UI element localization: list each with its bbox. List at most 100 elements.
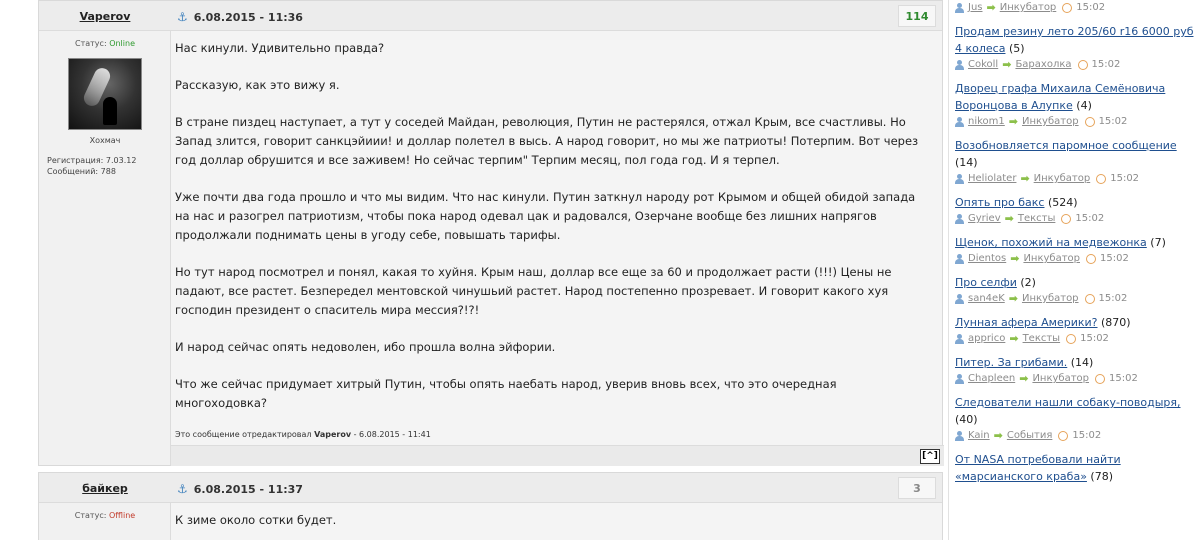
topic-section[interactable]: Тексты [1018,213,1056,224]
user-icon [955,214,964,224]
post-rating[interactable]: 114 [898,5,936,27]
sidebar-topic: Дворец графа Михаила Семёновича Воронцов… [955,80,1200,114]
post-paragraph: И народ сейчас опять недоволен, ибо прош… [175,340,556,354]
topic-author[interactable]: Jus [968,2,983,13]
sidebar-topic-meta: san4eK ➡ Инкубатор 15:02 [955,291,1200,308]
topic-link[interactable]: Следователи нашли собаку-поводыря, [955,396,1181,409]
arrow-right-icon: ➡ [1019,372,1029,385]
anchor-icon[interactable]: ⚓ [177,482,188,496]
scroll-top-button[interactable]: [^] [920,449,940,464]
author-link[interactable]: Vaperov [39,10,171,23]
topic-count: (7) [1146,236,1166,249]
topic-link[interactable]: Про селфи [955,276,1017,289]
user-icon [955,117,964,127]
topic-link[interactable]: Опять про бакс [955,196,1044,209]
topic-section[interactable]: Инкубатор [1034,173,1091,184]
topic-author[interactable]: Kain [968,430,990,441]
sidebar-topic-meta: Heliolater ➡ Инкубатор 15:02 [955,171,1200,188]
topic-link[interactable]: Лунная афера Америки? [955,316,1098,329]
anchor-icon[interactable]: ⚓ [177,10,188,24]
author-link[interactable]: байкер [39,482,171,495]
topic-author[interactable]: Gyriev [968,213,1001,224]
topic-time: 15:02 [1072,430,1102,441]
arrow-right-icon: ➡ [1008,115,1018,128]
topic-author[interactable]: Heliolater [968,173,1016,184]
clock-icon [1084,117,1095,127]
post-rating[interactable]: 3 [898,477,936,499]
topic-link[interactable]: Продам резину лето 205/60 r16 6000 руб 4… [955,25,1193,55]
user-stats: Регистрация: 7.03.12 Сообщений: 788 [47,155,171,177]
topic-author[interactable]: san4eK [968,293,1005,304]
post-paragraph: Рассказую, как это вижу я. [175,78,340,92]
topic-section[interactable]: Инкубатор [1022,116,1079,127]
post-paragraph: Нас кинули. Удивительно правда? [175,41,385,55]
user-icon [955,174,964,184]
topic-section[interactable]: Инкубатор [1022,293,1079,304]
topic-count: (14) [1067,356,1094,369]
topic-section[interactable]: Инкубатор [1000,2,1057,13]
topic-link[interactable]: Возобновляется паромное сообщение [955,139,1177,152]
topic-author[interactable]: apprico [968,333,1005,344]
status-offline: Offline [108,511,136,520]
topic-section[interactable]: Инкубатор [1023,253,1080,264]
user-icon [955,3,964,13]
edit-note-author: Vaperov [314,430,352,439]
sidebar-topic: Лунная афера Америки? (870) [955,314,1200,331]
post-paragraph: Что же сейчас придумает хитрый Путин, чт… [175,377,837,410]
sidebar-topic: Продам резину лето 205/60 r16 6000 руб 4… [955,23,1200,57]
topic-author[interactable]: Dientos [968,253,1006,264]
arrow-right-icon: ➡ [1020,172,1030,185]
topic-link[interactable]: Питер. За грибами. [955,356,1067,369]
clock-icon [1095,374,1105,384]
clock-icon [1061,214,1072,224]
topic-count: (78) [1086,470,1114,483]
clock-icon [1096,174,1107,184]
sidebar-topic-meta: Kain ➡ События 15:02 [955,428,1200,445]
topic-section[interactable]: Тексты [1023,333,1061,344]
topic-count: (4) [1072,99,1092,112]
author-column: Статус: Online Хохмач Регистрация: 7.03.… [39,1,171,465]
topic-link[interactable]: Щенок, похожий на медвежонка [955,236,1147,249]
user-rank: Хохмач [89,136,121,145]
sidebar-topic-meta: Jus ➡ Инкубатор 15:02 [955,0,1200,17]
edit-note-date: - 6.08.2015 - 11:41 [351,430,431,439]
topic-section[interactable]: Барахолка [1015,59,1071,70]
edit-note-prefix: Это сообщение отредактировал [175,430,312,439]
arrow-right-icon: ➡ [1010,252,1020,265]
forum-thread: Статус: Online Хохмач Регистрация: 7.03.… [38,0,944,540]
post-date-text: 6.08.2015 - 11:37 [193,483,303,496]
post-body: К зиме около сотки будет. [175,511,925,540]
sidebar-topic: Возобновляется паромное сообщение (14) [955,137,1200,171]
arrow-right-icon: ➡ [1004,212,1014,225]
user-icon [955,294,964,304]
topic-time: 15:02 [1091,59,1121,70]
sidebar-topic-meta: apprico ➡ Тексты 15:02 [955,331,1200,348]
user-status: Статус: Offline [39,511,171,520]
topic-time: 15:02 [1109,373,1138,384]
topic-count: (2) [1016,276,1036,289]
topic-count: (524) [1044,196,1078,209]
registration-date: Регистрация: 7.03.12 [47,156,137,165]
user-status: Статус: Online [39,39,171,48]
post-paragraph: Но тут народ посмотрел и понял, какая то… [175,265,892,317]
topic-count: (5) [1005,42,1025,55]
topic-section[interactable]: События [1007,430,1053,441]
topic-link[interactable]: Дворец графа Михаила Семёновича Воронцов… [955,82,1165,112]
topic-author[interactable]: Chapleen [968,373,1015,384]
sidebar-topic: Питер. За грибами. (14) [955,354,1200,371]
topic-author[interactable]: Cokoll [968,59,998,70]
topic-section[interactable]: Инкубатор [1032,373,1089,384]
sidebar-topic: От NASA потребовали найти «марсианского … [955,451,1200,485]
topic-time: 15:02 [1098,116,1128,127]
user-icon [955,431,964,441]
arrow-right-icon: ➡ [1008,292,1018,305]
avatar[interactable] [68,58,142,130]
topic-author[interactable]: nikom1 [968,116,1005,127]
post-paragraph: Уже почти два года прошло и что мы видим… [175,190,916,242]
topic-count: (40) [955,413,978,426]
clock-icon [1066,334,1077,344]
clock-icon [1084,294,1095,304]
clock-icon [1062,3,1073,13]
author-info: Статус: Online Хохмач Регистрация: 7.03.… [39,33,171,177]
status-label: Статус: [74,511,107,520]
